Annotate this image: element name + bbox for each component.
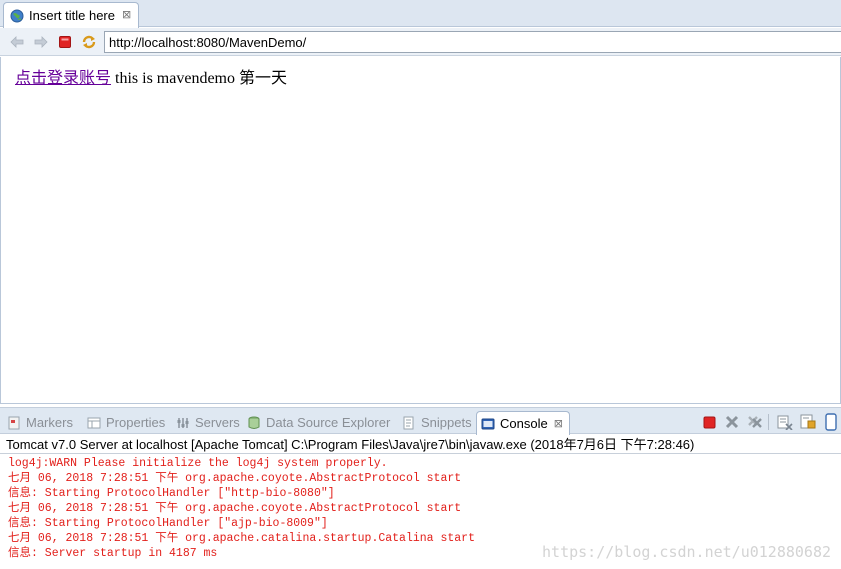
close-icon[interactable]: ⊠ xyxy=(122,10,131,21)
properties-icon xyxy=(87,417,101,428)
close-icon[interactable]: ⊠ xyxy=(554,417,563,430)
toolbar-divider xyxy=(768,414,769,430)
tab-markers[interactable]: Markers xyxy=(7,411,73,434)
page-content: 点击登录账号 this is mavendemo 第一天 xyxy=(15,64,287,88)
forward-arrow-icon xyxy=(34,35,48,48)
remove-launch-button[interactable] xyxy=(722,413,742,431)
terminate-button[interactable] xyxy=(699,413,719,431)
url-input[interactable] xyxy=(104,31,841,53)
console-process-label: Tomcat v7.0 Server at localhost [Apache … xyxy=(0,435,841,454)
console-line: 七月 06, 2018 7:28:51 下午 org.apache.coyote… xyxy=(8,502,462,515)
refresh-icon xyxy=(82,35,96,48)
view-tab-strip: Markers Properties Servers Data Source E… xyxy=(0,407,841,435)
tab-console[interactable]: Console ⊠ xyxy=(476,411,570,435)
remove-all-terminated-button[interactable] xyxy=(745,413,765,431)
login-link[interactable]: 点击登录账号 xyxy=(15,70,111,87)
console-icon xyxy=(481,418,495,429)
tab-label: Console xyxy=(500,416,548,431)
tab-label: Properties xyxy=(106,415,166,430)
tab-properties[interactable]: Properties xyxy=(87,411,165,434)
watermark: https://blog.csdn.net/u012880682 xyxy=(542,543,831,561)
browser-viewport: 点击登录账号 this is mavendemo 第一天 xyxy=(0,57,841,404)
tab-data-source-explorer[interactable]: Data Source Explorer xyxy=(247,411,390,434)
back-button[interactable] xyxy=(6,31,28,53)
tab-servers[interactable]: Servers xyxy=(176,411,240,434)
forward-button[interactable] xyxy=(30,31,52,53)
snippets-icon xyxy=(403,416,414,429)
console-line: 七月 06, 2018 7:28:51 下午 org.apache.coyote… xyxy=(8,472,462,485)
globe-icon xyxy=(10,9,24,22)
console-toolbar xyxy=(696,413,841,431)
stop-button[interactable] xyxy=(54,31,76,53)
pin-console-button[interactable] xyxy=(821,413,841,431)
editor-tab-strip: Insert title here ⊠ xyxy=(0,0,841,28)
stop-icon xyxy=(59,35,71,48)
remove-all-icon xyxy=(748,416,762,428)
clear-console-icon xyxy=(777,415,793,430)
scroll-lock-button[interactable] xyxy=(798,413,818,431)
clear-console-button[interactable] xyxy=(775,413,795,431)
remove-icon xyxy=(725,415,739,429)
servers-icon xyxy=(177,417,189,428)
console-line: log4j:WARN Please initialize the log4j s… xyxy=(8,457,388,470)
pin-console-icon xyxy=(825,413,837,431)
tab-label: Servers xyxy=(195,415,240,430)
data-source-icon xyxy=(248,416,260,429)
back-arrow-icon xyxy=(10,35,24,48)
console-line: 信息: Starting ProtocolHandler ["http-bio-… xyxy=(8,487,335,500)
markers-icon xyxy=(8,416,20,429)
page-body-text: this is mavendemo 第一天 xyxy=(111,70,288,87)
tab-label: Markers xyxy=(26,415,73,430)
console-output[interactable]: log4j:WARN Please initialize the log4j s… xyxy=(0,455,841,569)
scroll-lock-icon xyxy=(800,414,816,429)
tab-snippets[interactable]: Snippets xyxy=(402,411,472,434)
tab-label: Data Source Explorer xyxy=(266,415,391,430)
tab-label: Snippets xyxy=(421,415,472,430)
browser-toolbar xyxy=(0,28,841,56)
editor-tab-insert-title[interactable]: Insert title here ⊠ xyxy=(3,2,139,28)
terminate-icon xyxy=(703,416,715,428)
editor-tab-label: Insert title here xyxy=(29,8,115,23)
refresh-button[interactable] xyxy=(78,31,100,53)
console-line: 信息: Starting ProtocolHandler ["ajp-bio-8… xyxy=(8,517,328,530)
